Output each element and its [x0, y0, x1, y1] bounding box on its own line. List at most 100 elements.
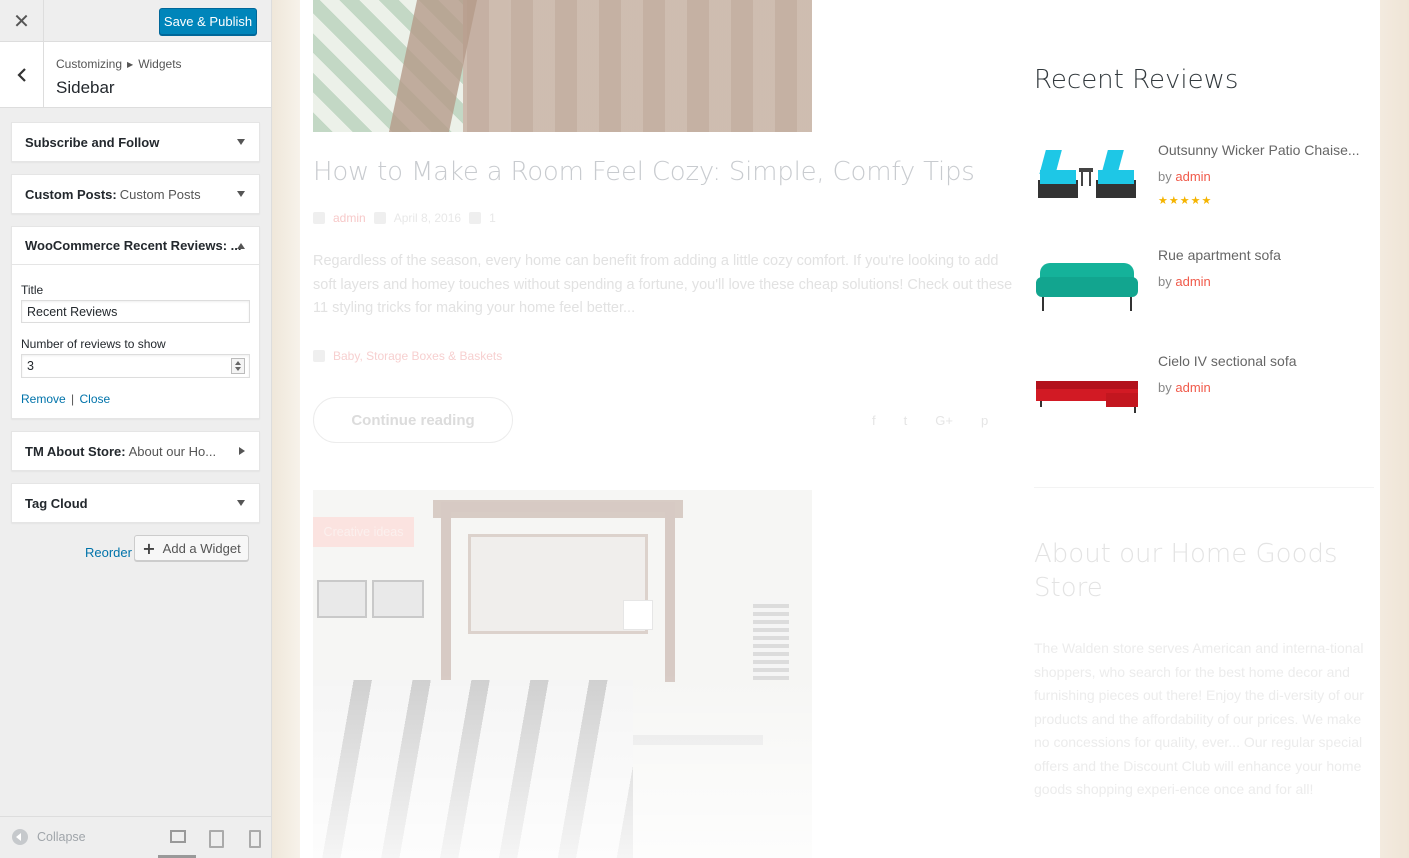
- review-product-name[interactable]: Cielo IV sectional sofa: [1158, 353, 1297, 369]
- review-product-name[interactable]: Rue apartment sofa: [1158, 247, 1281, 263]
- category-badge[interactable]: Creative ideas: [313, 517, 414, 547]
- post-date: April 8, 2016: [393, 211, 462, 225]
- widget-form: Title Number of reviews to show Remove |…: [12, 265, 259, 418]
- caret-up-icon[interactable]: [237, 242, 245, 249]
- review-item[interactable]: Outsunny Wicker Patio Chaise... by admin…: [1034, 142, 1374, 222]
- breadcrumb-customizing: Customizing: [56, 57, 123, 71]
- user-icon: [313, 212, 325, 224]
- review-byline: by admin: [1158, 169, 1211, 184]
- widget-title: TM About Store:: [25, 443, 126, 459]
- review-item[interactable]: Cielo IV sectional sofa by admin: [1034, 353, 1374, 433]
- close-link[interactable]: Close: [80, 392, 111, 406]
- post-featured-image[interactable]: [313, 0, 812, 132]
- customizer-topbar: ✕ Save & Publish: [0, 0, 271, 42]
- widget-subtitle: Custom Posts: [119, 186, 201, 202]
- review-byline: by admin: [1158, 380, 1211, 395]
- review-author[interactable]: admin: [1175, 169, 1210, 184]
- tablet-preview-icon[interactable]: [207, 829, 224, 848]
- facebook-icon[interactable]: f: [872, 413, 876, 428]
- section-header: Customizing ▶ Widgets Sidebar: [0, 42, 271, 108]
- widget-header[interactable]: TM About Store: About our Ho...: [12, 432, 259, 470]
- post2-featured-image[interactable]: Creative ideas: [313, 490, 812, 858]
- preview-content: How to Make a Room Feel Cozy: Simple, Co…: [300, 0, 1380, 858]
- pinterest-icon[interactable]: p: [981, 413, 988, 428]
- sidebar-divider: [1034, 487, 1374, 488]
- post-excerpt: Regardless of the season, every home can…: [313, 253, 1013, 316]
- post-tag-links[interactable]: Baby, Storage Boxes & Baskets: [333, 349, 502, 363]
- product-thumbnail[interactable]: [1034, 353, 1140, 423]
- customizer-panel: ✕ Save & Publish Customizing ▶ Widgets Sid…: [0, 0, 272, 858]
- widget-list: Subscribe and Follow Custom Posts: Custo…: [0, 108, 271, 571]
- back-button[interactable]: [0, 42, 44, 107]
- widget-title: Custom Posts:: [25, 186, 117, 202]
- post-tags: Baby, Storage Boxes & Baskets: [313, 349, 502, 363]
- widget-woocommerce-recent-reviews[interactable]: WooCommerce Recent Reviews: ... Title Nu…: [11, 226, 260, 419]
- google-plus-icon[interactable]: G+: [935, 413, 953, 428]
- add-widget-button[interactable]: + Add a Widget: [134, 535, 249, 561]
- widget-header[interactable]: WooCommerce Recent Reviews: ...: [12, 227, 259, 265]
- breadcrumb-separator-icon: ▶: [127, 60, 134, 69]
- widget-title: WooCommerce Recent Reviews: ...: [25, 238, 242, 253]
- desktop-preview-icon[interactable]: [169, 829, 186, 845]
- plus-icon: +: [142, 538, 156, 558]
- post-author[interactable]: admin: [333, 211, 366, 225]
- widget-list-actions: Reorder + Add a Widget: [11, 535, 260, 571]
- widget-tag-cloud[interactable]: Tag Cloud: [11, 483, 260, 523]
- widget-tm-about-store[interactable]: TM About Store: About our Ho...: [11, 431, 260, 471]
- caret-right-icon[interactable]: [239, 447, 245, 455]
- close-icon: ✕: [13, 8, 30, 33]
- widget-actions: Remove | Close: [21, 392, 250, 406]
- reorder-link[interactable]: Reorder: [85, 545, 132, 560]
- save-publish-button[interactable]: Save & Publish: [159, 8, 257, 35]
- count-stepper[interactable]: [21, 354, 250, 378]
- widget-subtitle: About our Ho...: [128, 443, 217, 459]
- widget-header[interactable]: Tag Cloud: [12, 484, 259, 522]
- post-meta: admin April 8, 2016 1: [313, 211, 496, 225]
- post-comments[interactable]: 1: [489, 211, 496, 225]
- caret-down-icon[interactable]: [237, 139, 245, 145]
- review-author[interactable]: admin: [1175, 274, 1210, 289]
- count-field-label: Number of reviews to show: [21, 337, 166, 351]
- actions-separator: |: [71, 392, 75, 406]
- product-thumbnail[interactable]: [1034, 247, 1140, 317]
- mobile-preview-icon[interactable]: [245, 829, 261, 848]
- widget-subscribe-follow[interactable]: Subscribe and Follow: [11, 122, 260, 162]
- star-rating-icon: ★★★★★: [1158, 194, 1213, 207]
- site-preview[interactable]: How to Make a Room Feel Cozy: Simple, Co…: [272, 0, 1409, 858]
- widget-title: Tag Cloud: [25, 495, 88, 511]
- breadcrumb-widgets: Widgets: [138, 57, 182, 71]
- review-item[interactable]: Rue apartment sofa by admin: [1034, 247, 1374, 327]
- spinner-icon[interactable]: [231, 358, 245, 374]
- review-author[interactable]: admin: [1175, 380, 1210, 395]
- widget-header[interactable]: Subscribe and Follow: [12, 123, 259, 161]
- review-by: by: [1158, 380, 1172, 395]
- review-by: by: [1158, 274, 1172, 289]
- product-thumbnail[interactable]: [1034, 142, 1140, 212]
- caret-down-icon[interactable]: [237, 191, 245, 197]
- remove-link[interactable]: Remove: [21, 392, 66, 406]
- collapse-label: Collapse: [37, 830, 86, 844]
- collapse-icon: [12, 829, 28, 845]
- continue-reading-button[interactable]: Continue reading: [313, 397, 513, 443]
- title-field[interactable]: [21, 300, 250, 323]
- breadcrumb: Customizing ▶ Widgets: [56, 57, 182, 71]
- review-by: by: [1158, 169, 1172, 184]
- widget-header[interactable]: Custom Posts: Custom Posts: [12, 175, 259, 213]
- tag-icon: [313, 350, 325, 362]
- customizer-footer: Collapse: [0, 816, 271, 858]
- review-product-name[interactable]: Outsunny Wicker Patio Chaise...: [1158, 142, 1360, 158]
- chevron-left-icon: [16, 67, 26, 82]
- collapse-button[interactable]: Collapse: [12, 829, 86, 845]
- about-store-title: About our Home Goods Store: [1034, 539, 1338, 603]
- share-links: f t G+ p: [872, 413, 988, 428]
- section-title: Sidebar: [56, 78, 115, 97]
- post-title[interactable]: How to Make a Room Feel Cozy: Simple, Co…: [313, 157, 975, 187]
- count-field[interactable]: [22, 355, 222, 377]
- widget-title: Subscribe and Follow: [25, 134, 160, 150]
- title-field-label: Title: [21, 283, 44, 297]
- widget-custom-posts[interactable]: Custom Posts: Custom Posts: [11, 174, 260, 214]
- close-customizer-button[interactable]: ✕: [0, 0, 44, 41]
- twitter-icon[interactable]: t: [904, 413, 908, 428]
- calendar-icon: [373, 212, 386, 224]
- caret-down-icon[interactable]: [237, 500, 245, 506]
